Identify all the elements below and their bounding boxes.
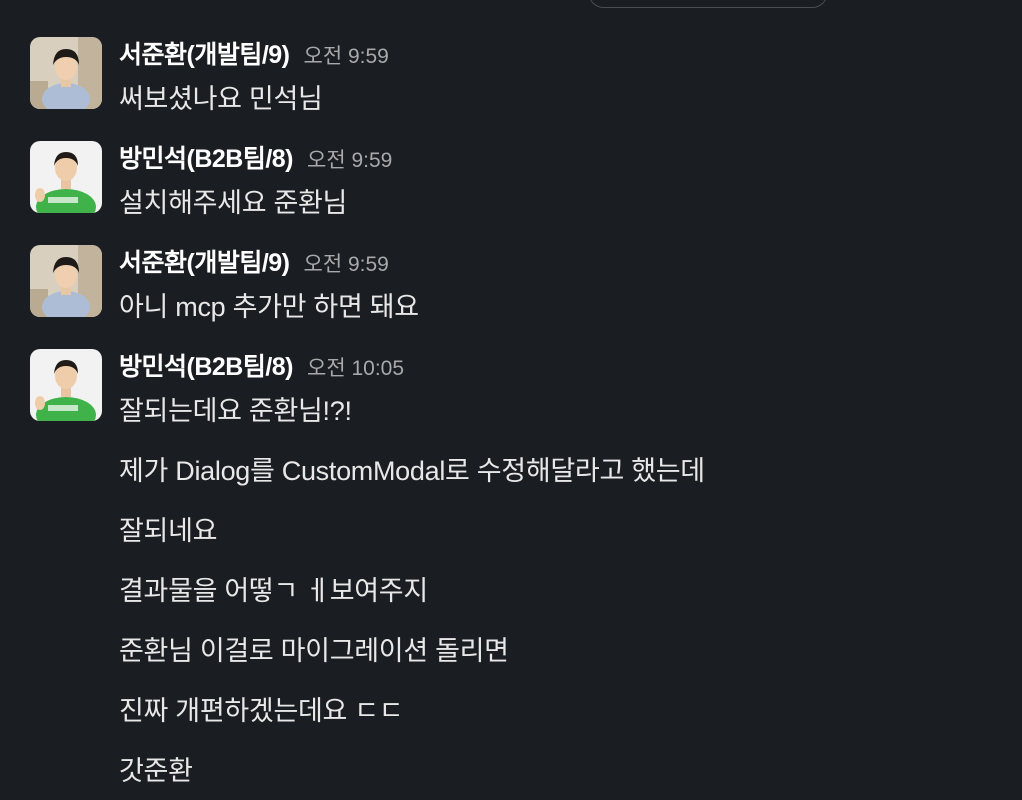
author-name[interactable]: 방민석(B2B팀/8): [119, 347, 294, 383]
message-text: 잘되네요: [119, 516, 218, 546]
timestamp[interactable]: 오전 9:59: [304, 40, 389, 70]
author-name[interactable]: 서준환(개발팀/9): [119, 35, 290, 71]
message-text: 써보셨나요 민석님: [119, 84, 323, 114]
message-text: 결과물을 어떻ㄱ ㅔ보여주지: [119, 576, 428, 606]
message-text: 제가 Dialog를 CustomModal로 수정해달라고 했는데: [119, 456, 705, 486]
timestamp[interactable]: 오전 9:59: [307, 144, 392, 174]
message-header: 서준환(개발팀/9) 오전 9:59: [119, 243, 389, 277]
author-name[interactable]: 서준환(개발팀/9): [119, 243, 290, 279]
message-text: 설치해주세요 준환님: [119, 188, 348, 218]
avatar[interactable]: [30, 349, 102, 421]
avatar-image: [30, 37, 102, 109]
message-header: 방민석(B2B팀/8) 오전 9:59: [119, 139, 392, 173]
avatar[interactable]: [30, 37, 102, 109]
message-text: 준환님 이걸로 마이그레이션 돌리면: [119, 636, 509, 666]
message-text: 아니 mcp 추가만 하면 돼요: [119, 292, 419, 322]
avatar[interactable]: [30, 245, 102, 317]
message-header: 방민석(B2B팀/8) 오전 10:05: [119, 347, 404, 381]
avatar-image: [30, 141, 102, 213]
message-feed: 서준환(개발팀/9) 오전 9:59 써보셨나요 민석님 방민석(B2B팀/8)…: [0, 0, 1022, 800]
message-text: 진짜 개편하겠는데요 ㄷㄷ: [119, 696, 404, 726]
message-header: 서준환(개발팀/9) 오전 9:59: [119, 35, 389, 69]
message-text: 갓준환: [119, 756, 193, 786]
timestamp[interactable]: 오전 10:05: [307, 352, 404, 382]
avatar[interactable]: [30, 141, 102, 213]
avatar-image: [30, 349, 102, 421]
avatar-image: [30, 245, 102, 317]
timestamp[interactable]: 오전 9:59: [304, 248, 389, 278]
author-name[interactable]: 방민석(B2B팀/8): [119, 139, 294, 175]
message-text: 잘되는데요 준환님!?!: [119, 396, 352, 426]
